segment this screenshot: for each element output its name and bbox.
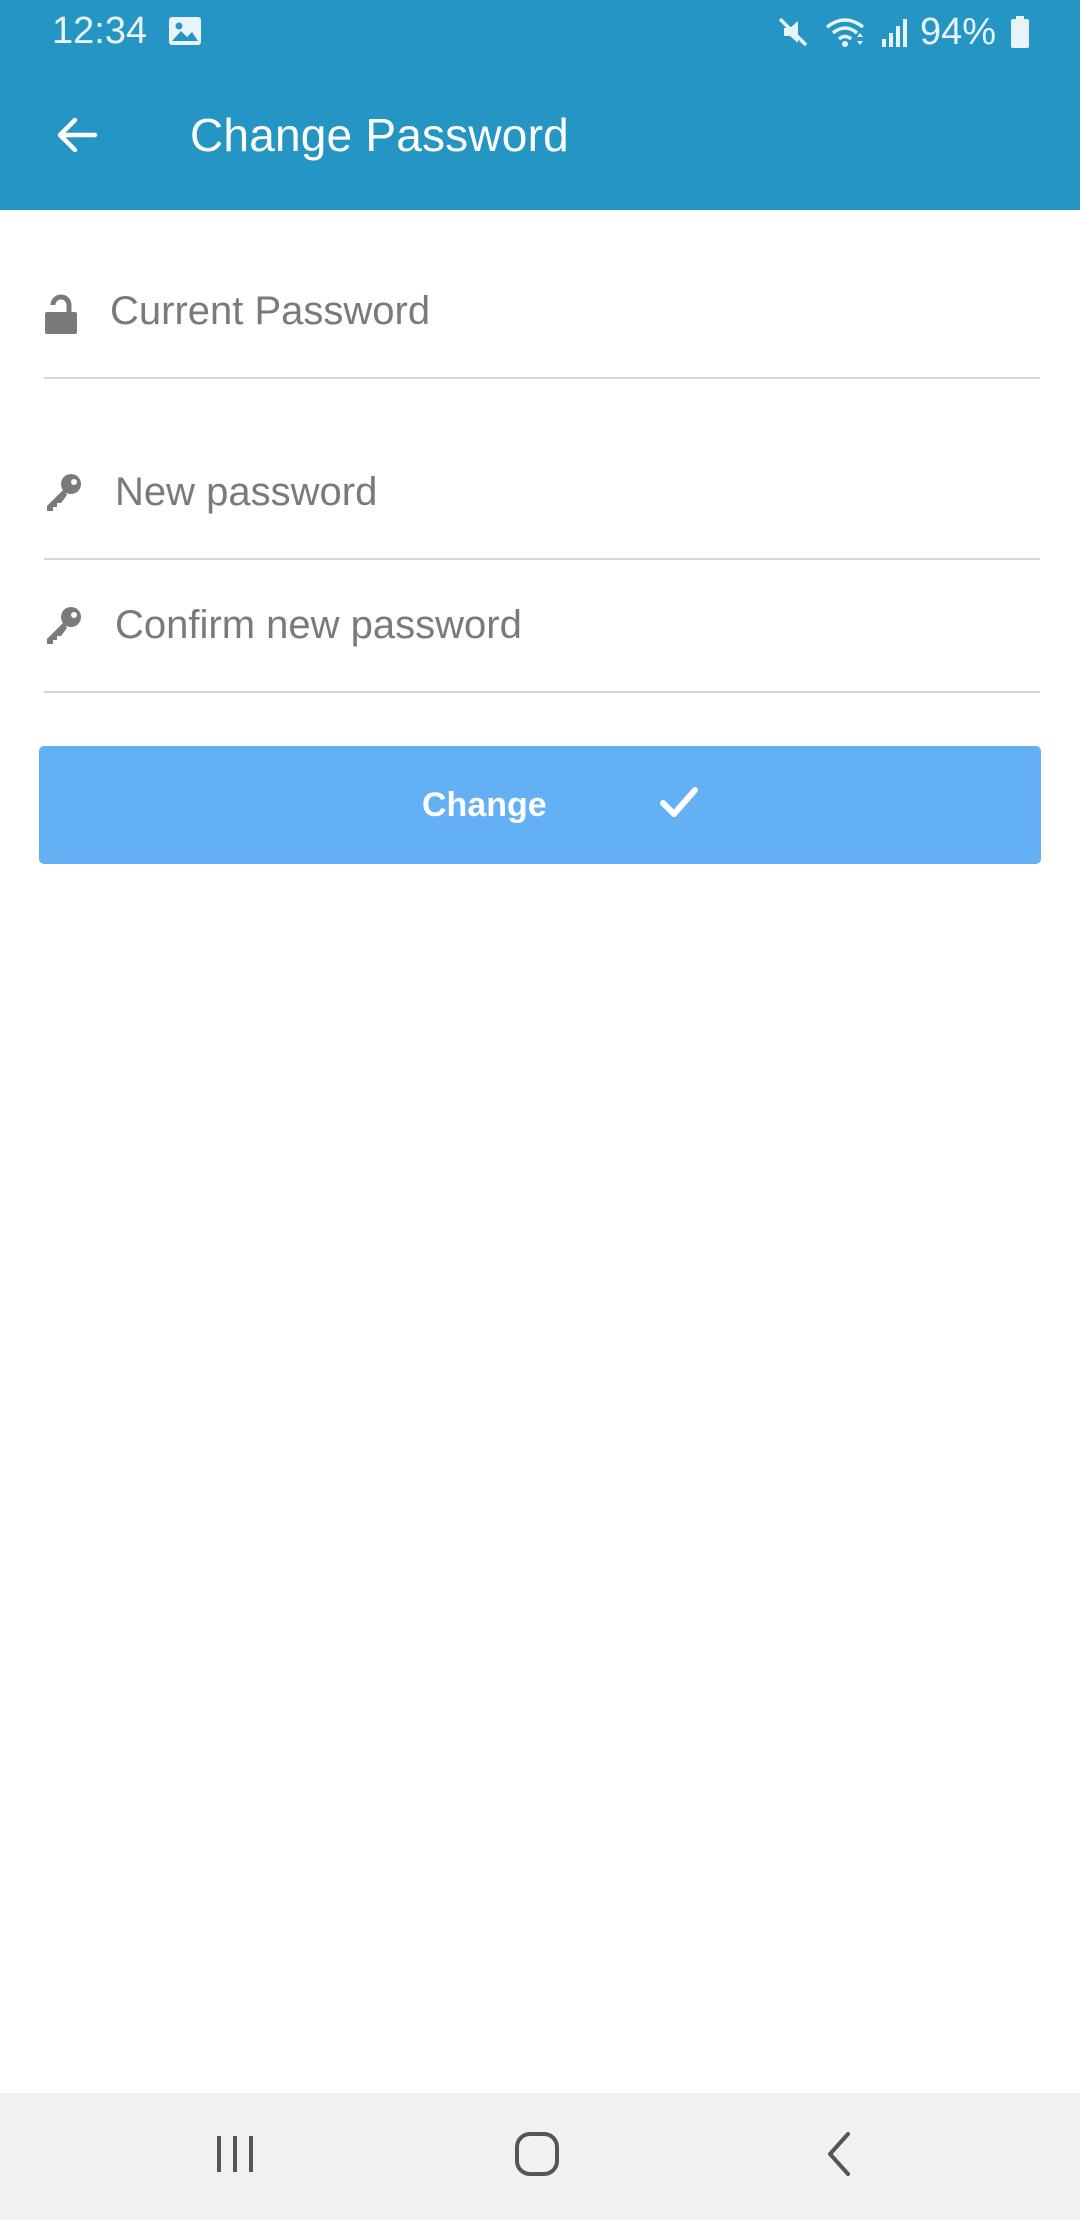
unlock-icon (44, 294, 78, 336)
arrow-left-icon (53, 111, 101, 164)
key-icon (44, 606, 82, 646)
wifi-icon (824, 15, 866, 49)
confirm-password-input[interactable] (115, 560, 1040, 691)
battery-percent: 94% (919, 10, 996, 53)
nav-back-button[interactable] (795, 2123, 885, 2189)
mute-icon (776, 15, 810, 49)
home-icon (513, 2130, 561, 2183)
battery-icon (1010, 15, 1030, 49)
system-nav-bar (0, 2093, 1080, 2220)
recents-icon (213, 2132, 257, 2181)
change-button-label: Change (422, 786, 547, 824)
signal-icon (880, 15, 910, 49)
recents-button[interactable] (190, 2123, 280, 2189)
new-password-input[interactable] (115, 427, 1040, 558)
change-button[interactable]: Change (39, 746, 1041, 864)
check-icon (659, 782, 699, 822)
status-time: 12:34 (52, 10, 148, 52)
home-button[interactable] (492, 2123, 582, 2189)
new-password-field (44, 427, 1040, 560)
key-icon (44, 473, 82, 513)
status-icons: 94% (762, 8, 1030, 56)
current-password-input[interactable] (110, 246, 1040, 377)
back-icon (820, 2130, 860, 2183)
back-button[interactable] (40, 100, 114, 174)
current-password-field (44, 246, 1040, 379)
app-bar: Change Password (0, 64, 1080, 210)
status-bar: 12:34 94% (0, 0, 1080, 64)
page-title: Change Password (190, 109, 569, 161)
image-icon (168, 16, 202, 46)
confirm-password-field (44, 560, 1040, 693)
